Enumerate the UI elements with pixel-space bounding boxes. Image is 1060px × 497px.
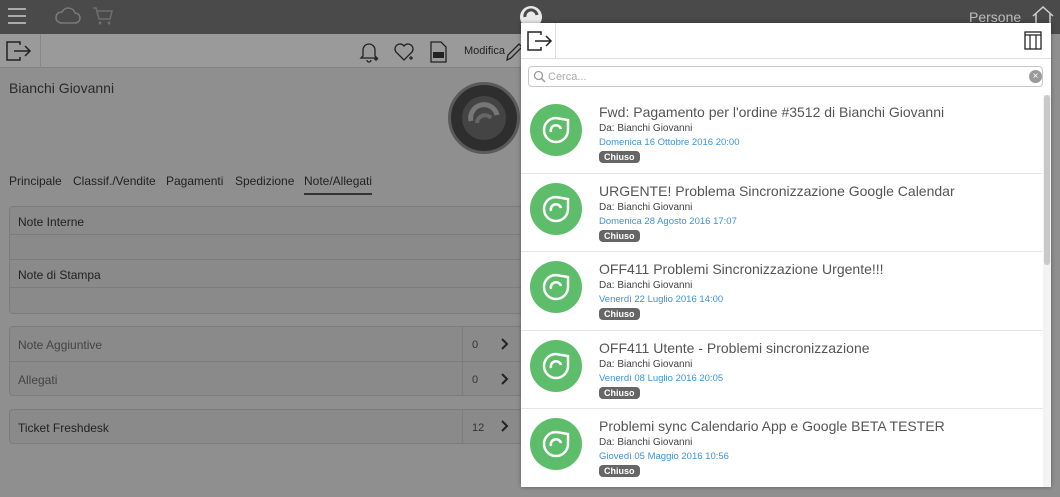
freshdesk-card[interactable]: Ticket Freshdesk 12	[9, 409, 524, 444]
ticket-freshdesk-label: Ticket Freshdesk	[18, 421, 109, 435]
ticket-from: Da: Bianchi Giovanni	[599, 201, 693, 213]
note-aggiuntive-row[interactable]: Note Aggiuntive 0	[10, 327, 523, 362]
status-badge: Chiuso	[599, 465, 640, 477]
heart-icon[interactable]	[393, 41, 415, 63]
list-item[interactable]: Problemi sync Calendario App e Google BE…	[521, 409, 1043, 487]
ticket-date: Venerdì 08 Luglio 2016 20:05	[599, 372, 724, 384]
contact-name: Bianchi Giovanni	[9, 80, 115, 96]
avatar-logo-icon	[462, 96, 506, 140]
note-aggiuntive-label: Note Aggiuntive	[18, 338, 103, 352]
list-item[interactable]: URGENTE! Problema Sincronizzazione Googl…	[521, 174, 1043, 252]
row-divider	[462, 410, 463, 443]
extras-card: Note Aggiuntive 0 Allegati 0	[9, 326, 524, 396]
row-divider	[462, 327, 463, 361]
list-item[interactable]: Fwd: Pagamento per l'ordine #3512 di Bia…	[521, 95, 1043, 174]
row-divider	[462, 362, 463, 396]
search-input[interactable]	[548, 69, 1018, 85]
status-badge: Chiuso	[599, 229, 640, 242]
note-interne-field[interactable]	[10, 235, 523, 260]
status-badge: Chiuso	[599, 308, 640, 320]
tickets-panel: × Fwd: Pagamento per l'ordine #3512 di B…	[521, 23, 1051, 487]
ticket-from: Da: Bianchi Giovanni	[599, 358, 693, 370]
ticket-date: Giovedì 05 Maggio 2016 10:56	[599, 451, 729, 462]
tab-note-allegati[interactable]: Note/Allegati	[304, 174, 373, 195]
note-interne-header: Note Interne	[10, 207, 523, 235]
allegati-row[interactable]: Allegati 0	[10, 362, 523, 396]
search-box[interactable]: ×	[528, 66, 1043, 87]
note-stampa-header: Note di Stampa	[10, 260, 523, 288]
ticket-title: URGENTE! Problema Sincronizzazione Googl…	[599, 182, 955, 199]
pdf-icon[interactable]	[428, 41, 448, 63]
ticket-date: Venerdì 22 Luglio 2016 14:00	[599, 294, 724, 305]
tab-classif-vendite[interactable]: Classif./Vendite	[73, 174, 156, 188]
ticket-list: Fwd: Pagamento per l'ordine #3512 di Bia…	[521, 95, 1043, 487]
avatar	[448, 82, 520, 154]
list-item[interactable]: OFF411 Problemi Sincronizzazione Urgente…	[521, 252, 1043, 331]
ticket-title: Problemi sync Calendario App e Google BE…	[599, 418, 945, 434]
cart-icon[interactable]	[92, 6, 114, 26]
columns-icon[interactable]	[1024, 31, 1042, 50]
cloud-icon[interactable]	[54, 6, 82, 26]
ticket-title: OFF411 Problemi Sincronizzazione Urgente…	[599, 261, 884, 277]
exit-icon[interactable]	[527, 31, 553, 51]
ticket-from: Da: Bianchi Giovanni	[599, 123, 693, 134]
status-badge: Chiuso	[599, 386, 640, 399]
panel-header	[521, 23, 1051, 59]
ticket-title: OFF411 Utente - Problemi sincronizzazion…	[599, 339, 870, 356]
exit-icon[interactable]	[6, 41, 32, 61]
freshdesk-icon	[530, 182, 582, 235]
allegati-count: 0	[472, 374, 479, 386]
list-item[interactable]: OFF411 Utente - Problemi sincronizzazion…	[521, 331, 1043, 409]
note-stampa-field[interactable]	[10, 288, 523, 313]
notes-card: Note Interne Note di Stampa	[9, 206, 524, 314]
edit-button[interactable]: Modifica	[464, 45, 505, 57]
search-icon	[533, 70, 546, 83]
ticket-date: Domenica 28 Agosto 2016 17:07	[599, 215, 737, 227]
ticket-title: Fwd: Pagamento per l'ordine #3512 di Bia…	[599, 104, 945, 120]
ticket-from: Da: Bianchi Giovanni	[599, 437, 693, 448]
ticket-freshdesk-count: 12	[472, 422, 485, 434]
scrollbar[interactable]	[1043, 95, 1051, 487]
allegati-label: Allegati	[18, 373, 58, 387]
chevron-right-icon[interactable]	[500, 373, 510, 385]
tab-pagamenti[interactable]: Pagamenti	[166, 174, 223, 188]
note-aggiuntive-count: 0	[472, 339, 479, 351]
chevron-right-icon[interactable]	[500, 420, 510, 432]
clear-search-icon[interactable]: ×	[1029, 70, 1042, 83]
bell-icon[interactable]	[359, 41, 379, 63]
toolbar-divider	[40, 34, 41, 68]
panel-header-divider	[555, 23, 556, 59]
status-badge: Chiuso	[599, 151, 640, 163]
ticket-from: Da: Bianchi Giovanni	[599, 280, 693, 291]
tab-principale[interactable]: Principale	[9, 174, 62, 188]
tab-spedizione[interactable]: Spedizione	[235, 174, 294, 188]
scrollbar-thumb[interactable]	[1044, 95, 1050, 265]
note-interne-label: Note Interne	[18, 215, 85, 229]
freshdesk-icon	[530, 339, 582, 392]
menu-icon[interactable]	[8, 8, 26, 24]
freshdesk-icon	[530, 418, 582, 470]
freshdesk-icon	[530, 261, 582, 313]
note-stampa-label: Note di Stampa	[18, 268, 101, 282]
ticket-date: Domenica 16 Ottobre 2016 20:00	[599, 137, 740, 148]
freshdesk-icon	[530, 104, 582, 156]
toolbar: Modifica	[0, 34, 530, 68]
chevron-right-icon[interactable]	[500, 338, 510, 350]
ticket-freshdesk-row[interactable]: Ticket Freshdesk 12	[10, 410, 523, 443]
